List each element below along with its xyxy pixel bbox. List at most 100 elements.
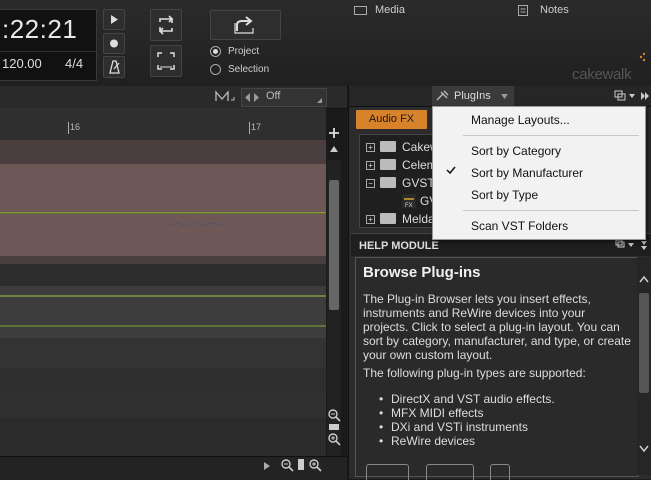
list-item: DirectX and VST audio effects. (379, 392, 555, 406)
list-item: MFX MIDI effects (379, 406, 555, 420)
menu-separator (463, 135, 639, 136)
h-zoom-reset-button[interactable] (298, 459, 304, 470)
folder-icon (380, 141, 396, 152)
help-paragraph: The Plug-in Browser lets you insert effe… (363, 292, 631, 362)
timeline-ruler[interactable] (0, 108, 326, 141)
ruler-tick-line (249, 122, 250, 134)
add-track-button[interactable] (327, 126, 341, 140)
project-radio[interactable] (210, 46, 221, 57)
loop-button[interactable] (150, 9, 182, 41)
scroll-up-button[interactable] (327, 140, 341, 158)
metronome-icon (109, 60, 120, 74)
zoom-in-icon (328, 433, 341, 446)
chevron-down-icon (639, 445, 649, 453)
zoom-out-button[interactable] (327, 408, 341, 422)
menu-item-sort-category[interactable]: Sort by Category (471, 144, 561, 158)
loop-icon (158, 15, 174, 35)
divider (0, 51, 96, 52)
triangle-up-icon (330, 146, 338, 152)
fx-plugin-icon: FX (402, 194, 416, 208)
chevron-down-icon (501, 94, 508, 99)
metronome-button[interactable] (103, 56, 125, 78)
meter-value[interactable]: 4/4 (65, 56, 83, 71)
list-item: DXi and VSTi instruments (379, 420, 555, 434)
chevron-down-icon (317, 98, 322, 103)
help-scrollbar[interactable] (637, 257, 651, 475)
folder-icon (380, 159, 396, 170)
zoom-out-icon (281, 459, 294, 472)
plugin-type-list: DirectX and VST audio effects. MFX MIDI … (379, 392, 555, 448)
help-paragraph: The following plug-in types are supporte… (363, 366, 586, 380)
ruler-tick-line (68, 122, 69, 134)
zoom-in-button[interactable] (327, 432, 341, 446)
automation-lines (0, 212, 326, 327)
play-button[interactable] (103, 9, 125, 30)
tab-media-label: Media (375, 4, 405, 16)
ruler-tick-17: 17 (251, 122, 262, 132)
zoom-in-icon (309, 459, 322, 472)
zoom-out-icon (328, 409, 341, 422)
h-zoom-out-button[interactable] (280, 458, 294, 472)
help-link-button[interactable] (490, 464, 510, 480)
menu-item-sort-type[interactable]: Sort by Type (471, 188, 538, 202)
open-folder-icon (380, 177, 396, 188)
track-lanes[interactable] (0, 140, 326, 456)
selection-radio[interactable] (210, 64, 221, 75)
horizontal-scroll-bar[interactable] (0, 456, 347, 480)
expand-icon: + (366, 215, 375, 224)
tab-plugins[interactable]: PlugIns (432, 86, 514, 106)
record-button[interactable] (103, 33, 125, 54)
notepad-icon (518, 5, 528, 16)
checkmark-icon (445, 164, 457, 176)
menu-item-manage-layouts[interactable]: Manage Layouts... (471, 113, 570, 127)
brand-accent-icon (637, 52, 647, 62)
layout-icon (615, 239, 647, 250)
export-button[interactable] (210, 10, 281, 40)
plugin-tree[interactable]: + Cakew + Celem − GVST FX GV + Melda (359, 134, 443, 228)
folder-icon (380, 213, 396, 224)
tempo-value[interactable]: 120.00 (2, 56, 42, 71)
help-heading: Browse Plug-ins (363, 264, 481, 281)
scroll-thumb[interactable] (329, 180, 339, 310)
help-module-controls[interactable] (614, 238, 651, 252)
selection-radio-label: Selection (228, 64, 270, 75)
play-icon (111, 15, 118, 24)
scroll-right-button[interactable] (262, 460, 272, 472)
layout-icon (614, 90, 649, 101)
expand-icon: + (366, 161, 375, 170)
brand-logo: cakewalk (572, 66, 632, 83)
panel-layout-controls[interactable] (597, 88, 651, 104)
snap-icon (215, 90, 235, 101)
punch-icon (157, 52, 175, 70)
menu-item-scan-vst[interactable]: Scan VST Folders (471, 219, 568, 233)
menu-separator (463, 210, 639, 211)
audio-fx-button[interactable]: Audio FX (356, 110, 427, 129)
zoom-reset-button[interactable] (329, 424, 339, 430)
snap-resolution-dropdown[interactable]: Off (241, 88, 327, 107)
share-arrow-icon (234, 16, 254, 34)
tree-item-label: GVST (402, 176, 435, 190)
tree-item-label: Melda (402, 212, 435, 226)
tab-notes-label: Notes (540, 4, 569, 16)
plus-icon (329, 128, 339, 138)
menu-item-sort-manufacturer[interactable]: Sort by Manufacturer (471, 166, 583, 180)
project-radio-label: Project (228, 46, 260, 57)
svg-text:FX: FX (405, 203, 413, 208)
snap-button[interactable] (212, 88, 237, 105)
tab-plugins-label: PlugIns (454, 90, 491, 102)
punch-button[interactable] (150, 45, 182, 77)
help-link-button[interactable] (426, 464, 474, 480)
plugin-layout-menu: Manage Layouts... Sort by Category Sort … (432, 106, 646, 240)
snap-arrows-icon (245, 93, 259, 102)
now-time[interactable]: :22:21 (2, 14, 77, 45)
h-zoom-in-button[interactable] (308, 458, 322, 472)
collapse-icon: − (366, 179, 375, 188)
chevron-up-icon (639, 275, 649, 283)
ruler-tick-16: 16 (70, 122, 81, 132)
plug-icon (436, 90, 449, 101)
scroll-thumb[interactable] (639, 293, 649, 393)
folder-icon (354, 6, 367, 15)
help-link-button[interactable] (366, 464, 409, 480)
snap-resolution-value: Off (266, 90, 281, 102)
help-module-title: HELP MODULE (359, 240, 439, 252)
